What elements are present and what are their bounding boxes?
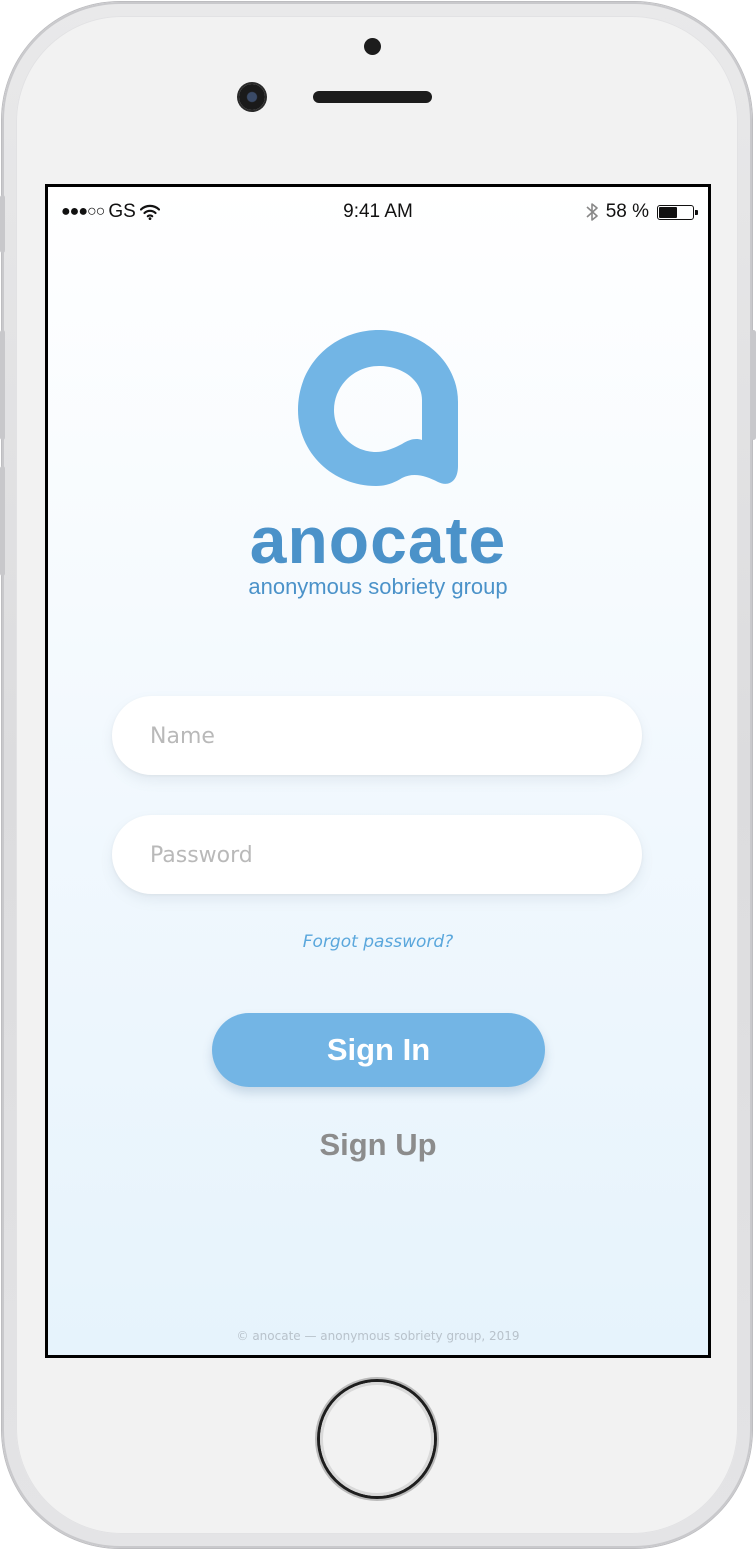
- copyright-footer: © anocate — anonymous sobriety group, 20…: [236, 1329, 520, 1343]
- battery-terminal: [695, 209, 698, 215]
- earpiece-speaker: [313, 91, 432, 103]
- anocate-logo-icon: [298, 330, 458, 486]
- forgot-password-link[interactable]: Forgot password?: [48, 932, 708, 952]
- status-bar: ●●●○○ GS 9:41 AM 58 %: [48, 187, 708, 233]
- front-camera-icon: [239, 84, 265, 110]
- status-right: 58 %: [586, 201, 698, 223]
- mute-switch: [0, 195, 5, 253]
- password-field[interactable]: [112, 815, 642, 896]
- login-screen: ●●●○○ GS 9:41 AM 58 % anocate anonymous …: [48, 187, 708, 1355]
- sign-in-button[interactable]: Sign In: [212, 1013, 545, 1087]
- screen: ●●●○○ GS 9:41 AM 58 % anocate anonymous …: [45, 184, 711, 1358]
- volume-up-button: [0, 330, 5, 440]
- battery-level: [659, 206, 678, 218]
- volume-down-button: [0, 466, 5, 576]
- name-input[interactable]: [148, 696, 612, 777]
- proximity-sensor: [364, 38, 381, 55]
- battery-percent: 58 %: [605, 201, 649, 222]
- home-button[interactable]: [320, 1382, 434, 1496]
- power-button: [751, 330, 756, 440]
- battery-icon: [657, 204, 698, 220]
- name-field[interactable]: [112, 696, 642, 777]
- bluetooth-icon: [586, 203, 598, 221]
- password-input[interactable]: [148, 815, 612, 896]
- brand-tagline: anonymous sobriety group: [248, 574, 508, 599]
- brand-name: anocate: [249, 503, 507, 577]
- sign-up-button[interactable]: Sign Up: [48, 1127, 708, 1163]
